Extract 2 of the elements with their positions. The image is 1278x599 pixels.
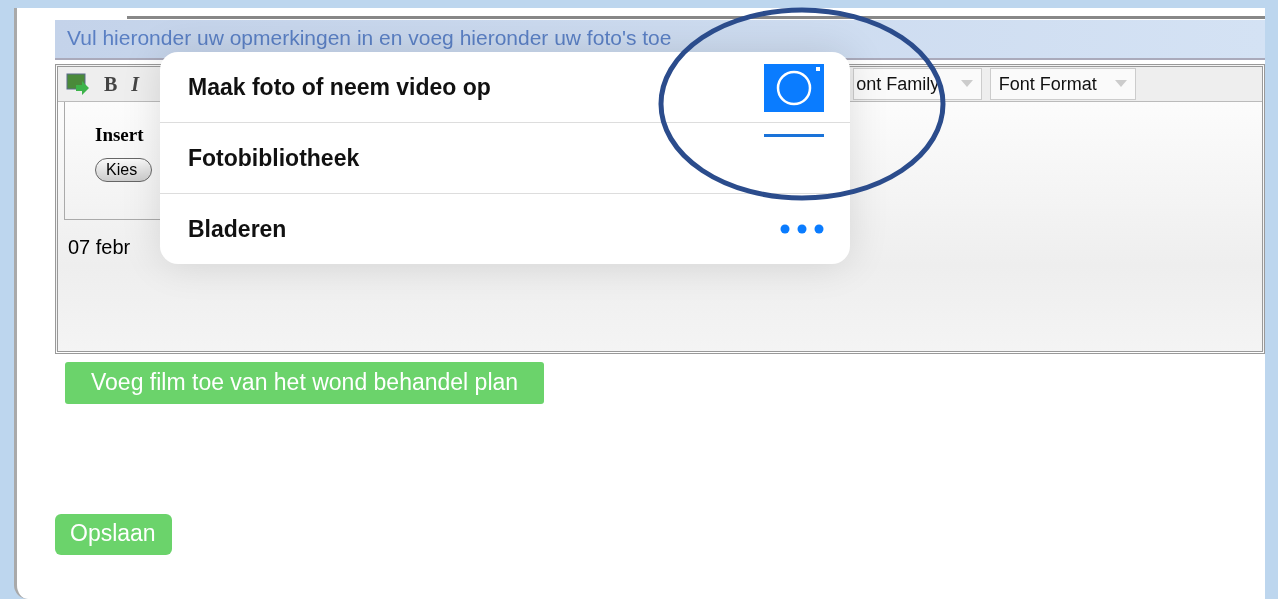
date-text: 07 febr — [68, 236, 132, 259]
insert-label: Insert — [95, 124, 145, 146]
